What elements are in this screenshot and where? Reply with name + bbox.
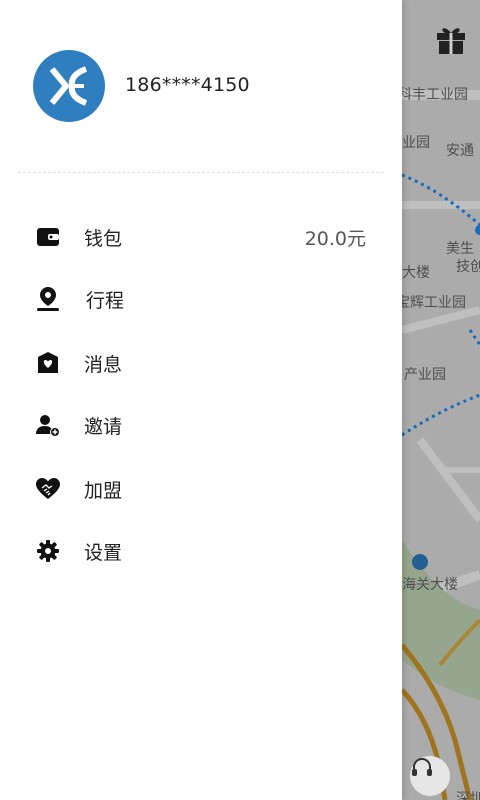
- handshake-heart-icon: [35, 476, 61, 502]
- logo-icon: [49, 66, 88, 106]
- avatar[interactable]: [33, 50, 105, 122]
- add-user-icon: [35, 412, 61, 438]
- wallet-balance: 20.0元: [304, 227, 366, 250]
- menu-item-wallet[interactable]: 钱包 20.0元: [0, 212, 402, 262]
- menu-item-trips[interactable]: 行程: [0, 274, 402, 324]
- menu-item-settings[interactable]: 设置: [0, 526, 402, 576]
- navigation-drawer: 186****4150 钱包 20.0元 行程 消息 邀请 加盟 设置: [0, 0, 402, 800]
- menu-item-label: 消息: [84, 353, 123, 376]
- gift-icon[interactable]: [434, 22, 468, 56]
- location-pin-icon: [35, 286, 61, 312]
- wallet-icon: [35, 224, 61, 250]
- menu-item-label: 设置: [84, 541, 123, 564]
- menu-item-label: 邀请: [84, 415, 123, 438]
- menu-item-label: 钱包: [84, 227, 123, 250]
- gear-icon: [35, 538, 61, 564]
- user-phone: 186****4150: [125, 74, 250, 96]
- menu-item-label: 行程: [86, 289, 125, 312]
- menu-item-label: 加盟: [84, 479, 123, 502]
- menu-item-messages[interactable]: 消息: [0, 338, 402, 388]
- customer-service-button[interactable]: [410, 756, 450, 796]
- menu-item-join[interactable]: 加盟: [0, 464, 402, 514]
- message-heart-icon: [35, 350, 61, 376]
- menu-item-invite[interactable]: 邀请: [0, 400, 402, 450]
- divider: [18, 172, 384, 173]
- headset-icon: [412, 758, 432, 776]
